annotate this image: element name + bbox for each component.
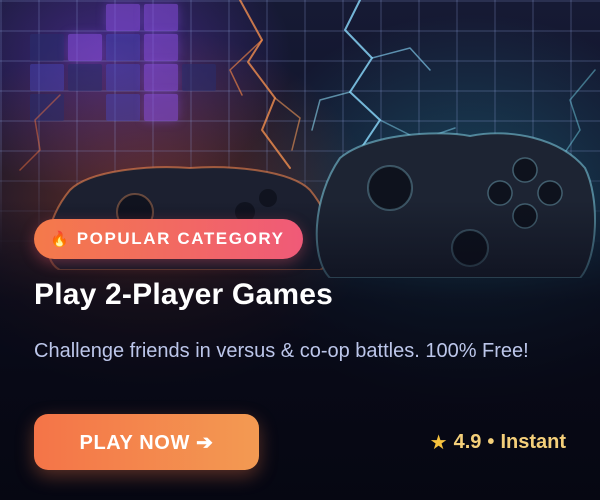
play-now-button[interactable]: PLAY NOW ➔ [34,414,259,470]
rating-separator: • [487,431,495,453]
rating-speed: Instant [500,431,566,453]
rating-value: 4.9 [453,431,482,453]
category-badge-label: POPULAR CATEGORY [76,229,285,248]
promo-subtitle: Challenge friends in versus & co-op batt… [34,340,529,362]
fire-icon: 🔥 [50,230,69,248]
promo-card[interactable]: 🔥 POPULAR CATEGORY Play 2-Player Games C… [0,0,600,500]
promo-title: Play 2-Player Games [34,278,333,311]
category-badge: 🔥 POPULAR CATEGORY [34,219,303,259]
star-icon: ★ [429,432,448,454]
rating-info: ★ 4.9 • Instant [430,430,566,455]
